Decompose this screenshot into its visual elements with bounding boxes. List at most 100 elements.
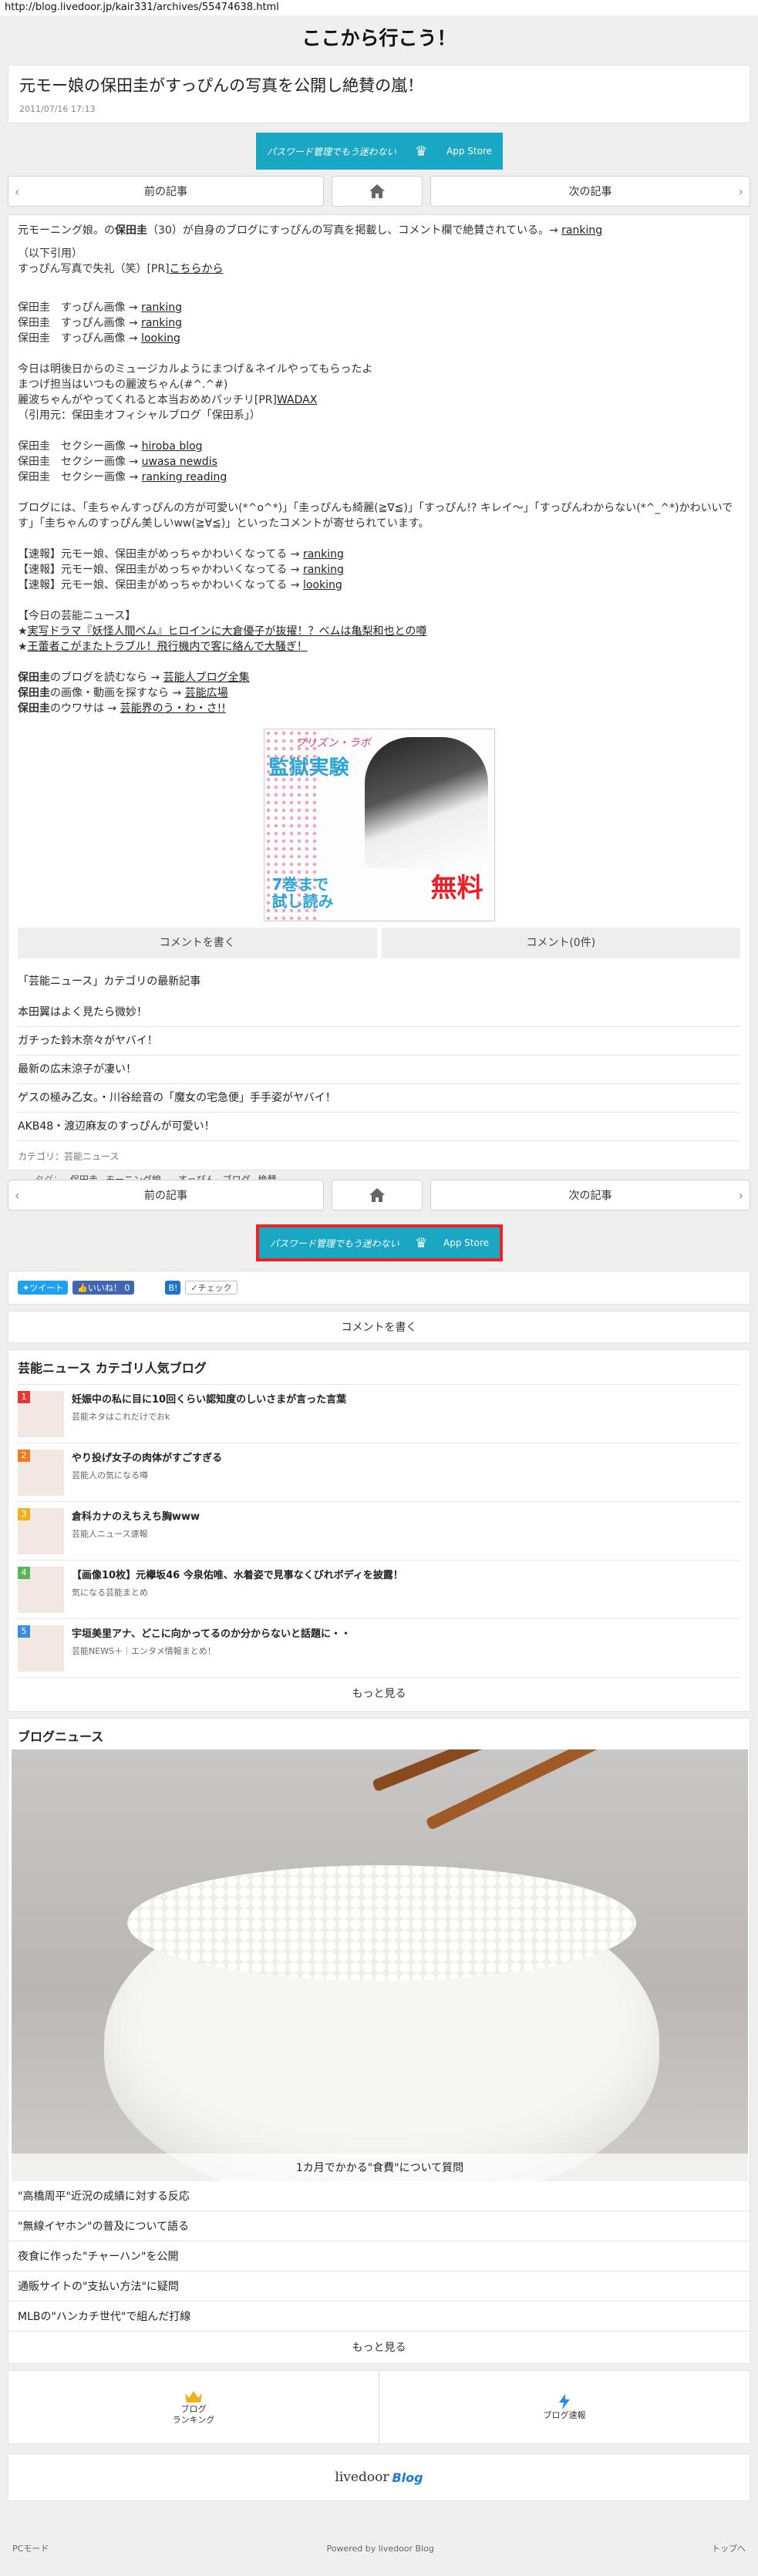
list-link[interactable]: ranking reading	[142, 471, 227, 483]
ranking-item[interactable]: 2 やり投げ女子の肉体がすごすぎる 芸能人の気になる噂	[18, 1443, 740, 1501]
powered-by-text: Powered by livedoor Blog	[326, 2543, 434, 2554]
ranking-source: 芸能ネタはこれだけでおk	[72, 1412, 170, 1422]
blog-news-link[interactable]: "高橋周平"近況の成績に対する反応	[8, 2181, 750, 2211]
chevron-left-icon: ‹	[15, 184, 20, 199]
list-link[interactable]: uwasa newdis	[142, 456, 217, 468]
related-article-link[interactable]: ガチった鈴木奈々がヤバイ！	[18, 1027, 740, 1056]
blog-news-link[interactable]: "無線イヤホン"の普及について語る	[8, 2211, 750, 2241]
prev-article-button[interactable]: ‹ 前の記事	[8, 176, 324, 207]
outro-link[interactable]: 芸能界のう・わ・さ!!	[120, 702, 226, 715]
list-link[interactable]: looking	[141, 332, 180, 345]
rank-badge: 2	[18, 1450, 30, 1462]
facebook-like-button[interactable]: 👍 いいね！ 0	[72, 1281, 135, 1295]
related-article-link[interactable]: 最新の広末涼子が凄い！	[18, 1056, 740, 1084]
list-link[interactable]: ranking	[303, 548, 344, 561]
site-header[interactable]: ここから行こう！	[0, 17, 758, 59]
ranking-item[interactable]: 5 宇垣美里アナ、どこに向かってるのか分からないと話題に・・ 芸能NEWS＋｜エ…	[18, 1618, 740, 1677]
blog-news-featured-photo[interactable]: 1カ月でかかる"食費"について質問	[12, 1749, 748, 2181]
outro-link[interactable]: 芸能広場	[185, 687, 228, 699]
outro-link[interactable]: 芸能人ブログ全集	[163, 672, 250, 684]
blog-news-flash-label: ブログ速報	[543, 2410, 586, 2420]
blog-news-link[interactable]: 通販サイトの"支払い方法"に疑問	[8, 2271, 750, 2302]
today-news-item: ★王蕾者こがまたトラブル！飛行機内で客に絡んで大騒ぎ！	[18, 641, 308, 653]
back-to-top-link[interactable]: トップへ	[712, 2542, 746, 2554]
blog-news-flash-link[interactable]: ブログ速報	[379, 2371, 750, 2443]
quote-line-text: すっぴん写真で失礼（笑）[PR]	[18, 263, 170, 275]
list-link[interactable]: ranking	[141, 317, 182, 329]
related-article-link[interactable]: AKB48・渡辺麻友のすっぴんが可愛い！	[18, 1113, 740, 1141]
comments-count-button[interactable]: コメント(0件)	[381, 928, 740, 958]
hatena-bookmark-button[interactable]: B!	[165, 1281, 181, 1295]
rank-badge: 3	[18, 1508, 30, 1520]
today-news-link[interactable]: 実写ドラマ『妖怪人間ベム』ヒロインに大倉優子が抜擢！？ベムは亀梨和也との噂	[28, 625, 427, 638]
person-icon: ♛	[415, 143, 428, 160]
blog-ranking-label: ブログ ランキング	[172, 2404, 215, 2425]
social-share-bar: ✦ ツイート 👍 いいね！ 0 B! ✓ チェック	[8, 1271, 750, 1305]
app-banner-ad[interactable]: パスワード管理でもう迷わない ♛ App Store	[256, 1224, 503, 1261]
write-comment-button[interactable]: コメントを書く	[18, 928, 377, 958]
prev-article-button[interactable]: ‹ 前の記事	[8, 1180, 324, 1211]
blog-news-link[interactable]: MLBの"ハンカチ世代"で組んだ打線	[8, 2302, 750, 2332]
manga-ad-image[interactable]: プリズン・ラボ 監獄実験 7巻まで 試し読み 無料	[263, 729, 495, 921]
article-pager-bottom: ‹ 前の記事 次の記事 ›	[8, 1180, 750, 1212]
ad-subtitle: プリズン・ラボ	[295, 737, 371, 749]
blog-news-more-button[interactable]: もっと見る	[8, 2332, 750, 2362]
list-link[interactable]: looking	[303, 579, 342, 591]
article-lead: 元モーニング娘。の保田圭（30）が自身のブログにすっぴんの写真を掲載し、コメント…	[18, 223, 740, 238]
list1-item: 保田圭 すっぴん画像 → ranking	[18, 315, 740, 331]
ad-trial-text: 7巻まで 試し読み	[271, 875, 334, 911]
chevron-left-icon: ‹	[15, 1187, 20, 1203]
tweet-button[interactable]: ✦ ツイート	[18, 1281, 69, 1295]
home-button[interactable]	[332, 1180, 423, 1211]
related-article-link[interactable]: 本田翼はよく見たら微妙！	[18, 998, 740, 1027]
ranking-item[interactable]: 1 妊娠中の私に目に10回くらい認知度のしいさまが言った言葉 芸能ネタはこれだけ…	[18, 1384, 740, 1443]
livedoor-blog-logo[interactable]: livedoor Blog	[8, 2453, 750, 2501]
next-article-button[interactable]: 次の記事 ›	[430, 1180, 750, 1211]
list-link[interactable]: ranking	[141, 301, 182, 314]
ranking-title: 妊娠中の私に目に10回くらい認知度のしいさまが言った言葉	[72, 1394, 347, 1406]
featured-caption[interactable]: 1カ月でかかる"食費"について質問	[12, 2153, 748, 2181]
paragraph-text: 麗波ちゃんがやってくれると本当おめめパッチリ[PR]	[18, 394, 277, 406]
site-title[interactable]: ここから行こう！	[302, 27, 456, 49]
quote-pr-link[interactable]: こちらから	[170, 263, 224, 275]
next-article-button[interactable]: 次の記事 ›	[430, 176, 750, 207]
livedoor-logo-text: livedoor	[335, 2470, 389, 2485]
list-link[interactable]: hiroba blog	[142, 440, 203, 453]
outro-text: のウワサは →	[50, 702, 120, 715]
outro-line: 保田圭のブログを読むなら → 芸能人ブログ全集	[18, 670, 740, 685]
ranking-source: 芸能人の気になる噂	[72, 1470, 148, 1480]
app-store-badge[interactable]: App Store	[443, 1237, 489, 1248]
ranking-title: 宇垣美里アナ、どこに向かってるのか分からないと話題に・・	[72, 1628, 352, 1640]
ranking-more-button[interactable]: もっと見る	[18, 1677, 740, 1708]
app-banner-ad[interactable]: パスワード管理でもう迷わない ♛ App Store	[256, 133, 503, 170]
list-text: 保田圭 すっぴん画像 →	[18, 317, 142, 329]
outro-text: のブログを読むなら →	[50, 672, 163, 684]
mixi-check-button[interactable]: ✓ チェック	[185, 1281, 238, 1295]
chevron-right-icon: ›	[738, 1187, 743, 1203]
today-news-link[interactable]: 王蕾者こがまたトラブル！飛行機内で客に絡んで大騒ぎ！	[28, 641, 308, 653]
list1-item: 保田圭 すっぴん画像 → looking	[18, 331, 740, 346]
list-link[interactable]: ranking	[303, 564, 344, 576]
ranking-source: 芸能NEWS＋｜エンタメ情報まとめ！	[72, 1646, 216, 1656]
ranking-item[interactable]: 4 【画像10枚】元欅坂46 今泉佑唯、水着姿で見事なくびれボディを披露！ 気に…	[18, 1560, 740, 1618]
outro-name: 保田圭	[18, 702, 50, 715]
ranking-source: 気になる芸能まとめ	[72, 1588, 148, 1598]
list-text: 【速報】元モー娘、保田圭がめっちゃかわいくなってる →	[18, 564, 303, 576]
related-article-link[interactable]: ゲスの極み乙女。・川谷絵音の「魔女の宅急便」手手姿がヤバイ！	[18, 1084, 740, 1113]
footer-bar: PCモード Powered by livedoor Blog トップへ	[0, 2537, 758, 2560]
lead-link[interactable]: ranking	[561, 224, 602, 237]
ranking-item[interactable]: 3 倉科カナのえちえち胸www 芸能人ニュース速報	[18, 1501, 740, 1560]
home-button[interactable]	[332, 176, 423, 207]
like-label: いいね！ 0	[87, 1283, 130, 1293]
crown-icon	[185, 2391, 202, 2403]
category-link[interactable]: 芸能ニュース	[64, 1151, 119, 1162]
ranking-source: 芸能人ニュース速報	[72, 1529, 148, 1539]
pc-mode-link[interactable]: PCモード	[12, 2542, 49, 2554]
blog-ranking-link[interactable]: ブログ ランキング	[8, 2371, 379, 2443]
chopstick-image	[425, 1749, 748, 1831]
write-comment-bar[interactable]: コメントを書く	[8, 1311, 750, 1343]
blog-news-link[interactable]: 夜食に作った"チャーハン"を公開	[8, 2241, 750, 2271]
next-article-label: 次の記事	[568, 1190, 612, 1202]
wadax-link[interactable]: WADAX	[277, 394, 317, 406]
app-store-badge[interactable]: App Store	[446, 146, 492, 157]
